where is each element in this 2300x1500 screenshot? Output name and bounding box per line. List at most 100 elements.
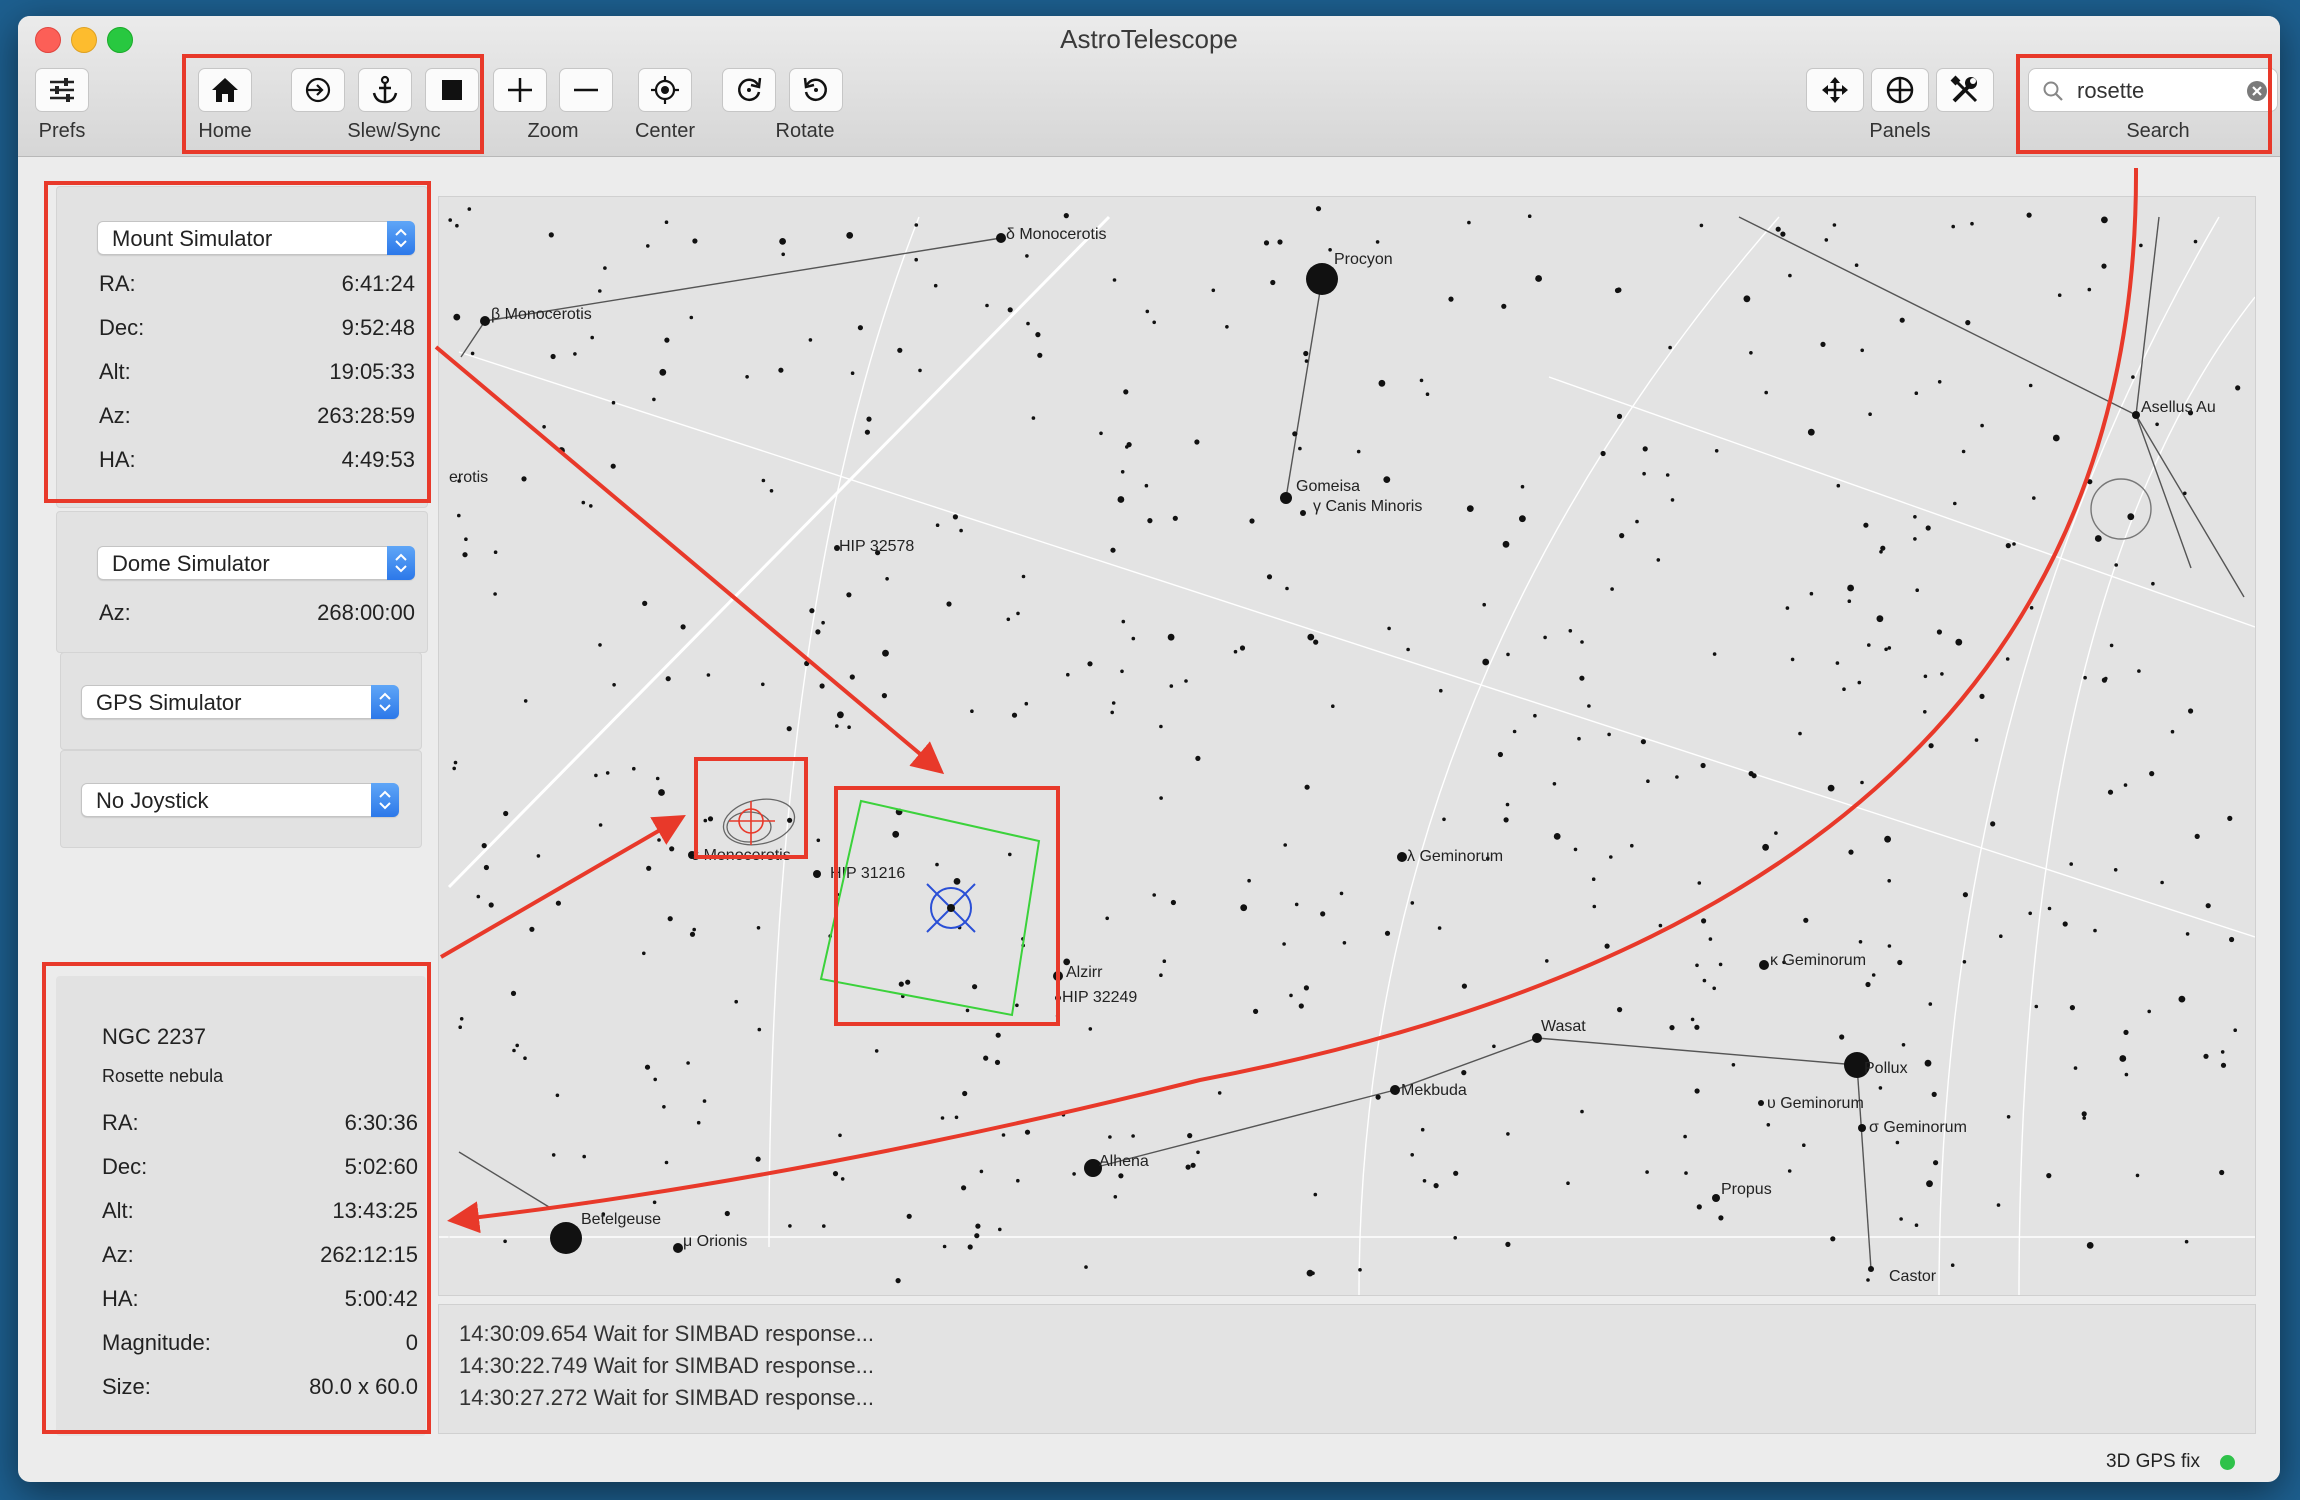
background-star [1497,751,1503,758]
background-star [1453,1236,1457,1240]
dome-device-select[interactable]: Dome Simulator [97,546,415,580]
background-star [2127,513,2135,521]
background-star [985,303,989,308]
move-panel-button[interactable] [1806,68,1864,112]
background-star [1665,473,1670,477]
move-arrows-icon [1822,77,1848,103]
background-star [881,693,887,699]
background-star [2047,906,2052,911]
background-star [1619,533,1625,539]
background-star [1283,843,1287,847]
background-star [840,1177,845,1181]
zoom-in-button[interactable] [493,68,547,112]
background-star [2028,383,2033,388]
background-star [573,352,577,356]
search-label: Search [2126,120,2190,142]
background-star [1640,739,1646,745]
plus-icon [508,78,532,102]
background-star [1878,1086,1883,1090]
background-star [646,244,650,248]
clear-search-icon[interactable] [2245,79,2269,103]
svg-text:Procyon: Procyon [1334,251,1393,268]
background-star [612,683,616,687]
sky-chart[interactable]: δ Monocerotis Procyon β Monocerotis erot… [439,197,2255,1295]
background-star [689,315,694,320]
background-star [2185,932,2190,936]
svg-text:γ Canis Minoris: γ Canis Minoris [1313,498,1422,515]
tools-panel-button[interactable] [1936,68,1994,112]
gps-status-indicator [2220,1455,2235,1470]
prefs-button[interactable] [35,68,89,112]
background-star [1545,959,1549,963]
background-star [598,289,602,293]
background-star [975,1223,981,1229]
stop-button[interactable] [425,68,479,112]
background-star [1066,672,1070,677]
background-star [1712,652,1717,656]
background-star [2188,708,2194,714]
zoom-label: Zoom [527,120,579,142]
background-star [1694,1024,1700,1030]
background-star [967,1244,973,1250]
rotate-ccw-button[interactable] [789,68,843,112]
grid-panel-button[interactable] [1871,68,1929,112]
sync-button[interactable] [358,68,412,112]
background-star [523,699,528,703]
background-star [835,892,840,897]
svg-text:β Monocerotis: β Monocerotis [491,306,592,323]
slew-button[interactable] [291,68,345,112]
background-star [598,643,602,647]
rotate-cw-button[interactable] [722,68,776,112]
background-star [1880,545,1886,551]
background-star [1298,446,1302,451]
background-star [998,1227,1002,1232]
center-button[interactable] [638,68,692,112]
home-button[interactable] [198,68,252,112]
background-star [838,1133,842,1138]
background-star [2183,491,2187,496]
log-line: 14:30:22.749 Wait for SIMBAD response... [459,1353,874,1378]
background-star [1375,1094,1381,1100]
mount-device-select[interactable]: Mount Simulator [97,221,415,255]
background-star [1616,413,1623,419]
home-label: Home [198,120,252,142]
background-star [1419,378,1424,383]
sky-map[interactable]: δ Monocerotis Procyon β Monocerotis erot… [438,196,2256,1296]
background-star [1125,445,1129,449]
zoom-out-button[interactable] [559,68,613,112]
background-star [1313,639,1319,645]
svg-text:Alzirr: Alzirr [1066,964,1103,981]
background-star [935,862,939,867]
background-star [558,447,565,454]
log-panel: 14:30:09.654 Wait for SIMBAD response...… [438,1304,2256,1434]
background-star [1928,743,1934,749]
background-star [1926,1180,1933,1188]
background-star [2123,1029,2129,1035]
background-star [995,1032,1001,1038]
search-input[interactable] [2075,75,2239,107]
background-star [2107,789,2114,795]
chevron-updown-icon [371,783,399,817]
app-window: AstroTelescope Prefs Home Slew/Sync Zoom… [18,16,2280,1482]
background-star [642,600,648,606]
background-star [757,1027,762,1032]
background-star [781,252,785,257]
search-field[interactable] [2028,68,2278,112]
background-star [965,1008,970,1013]
background-star [1690,1017,1695,1022]
background-star [1645,1170,1649,1174]
background-star [914,257,918,262]
joystick-device-select[interactable]: No Joystick [81,783,399,817]
background-star [2119,1055,2127,1062]
star-labels: δ Monocerotis Procyon β Monocerotis erot… [449,226,2216,1285]
background-star [1266,574,1273,580]
gps-device-select[interactable]: GPS Simulator [81,685,399,719]
background-star [1315,206,1322,212]
rosette-object-marker[interactable] [719,793,799,851]
background-star [2139,243,2143,248]
background-star [1630,843,1634,848]
center-label: Center [634,120,696,142]
background-star [458,1025,462,1029]
svg-text:λ Geminorum: λ Geminorum [1407,848,1503,865]
telescope-fov-marker[interactable] [819,799,1041,1017]
